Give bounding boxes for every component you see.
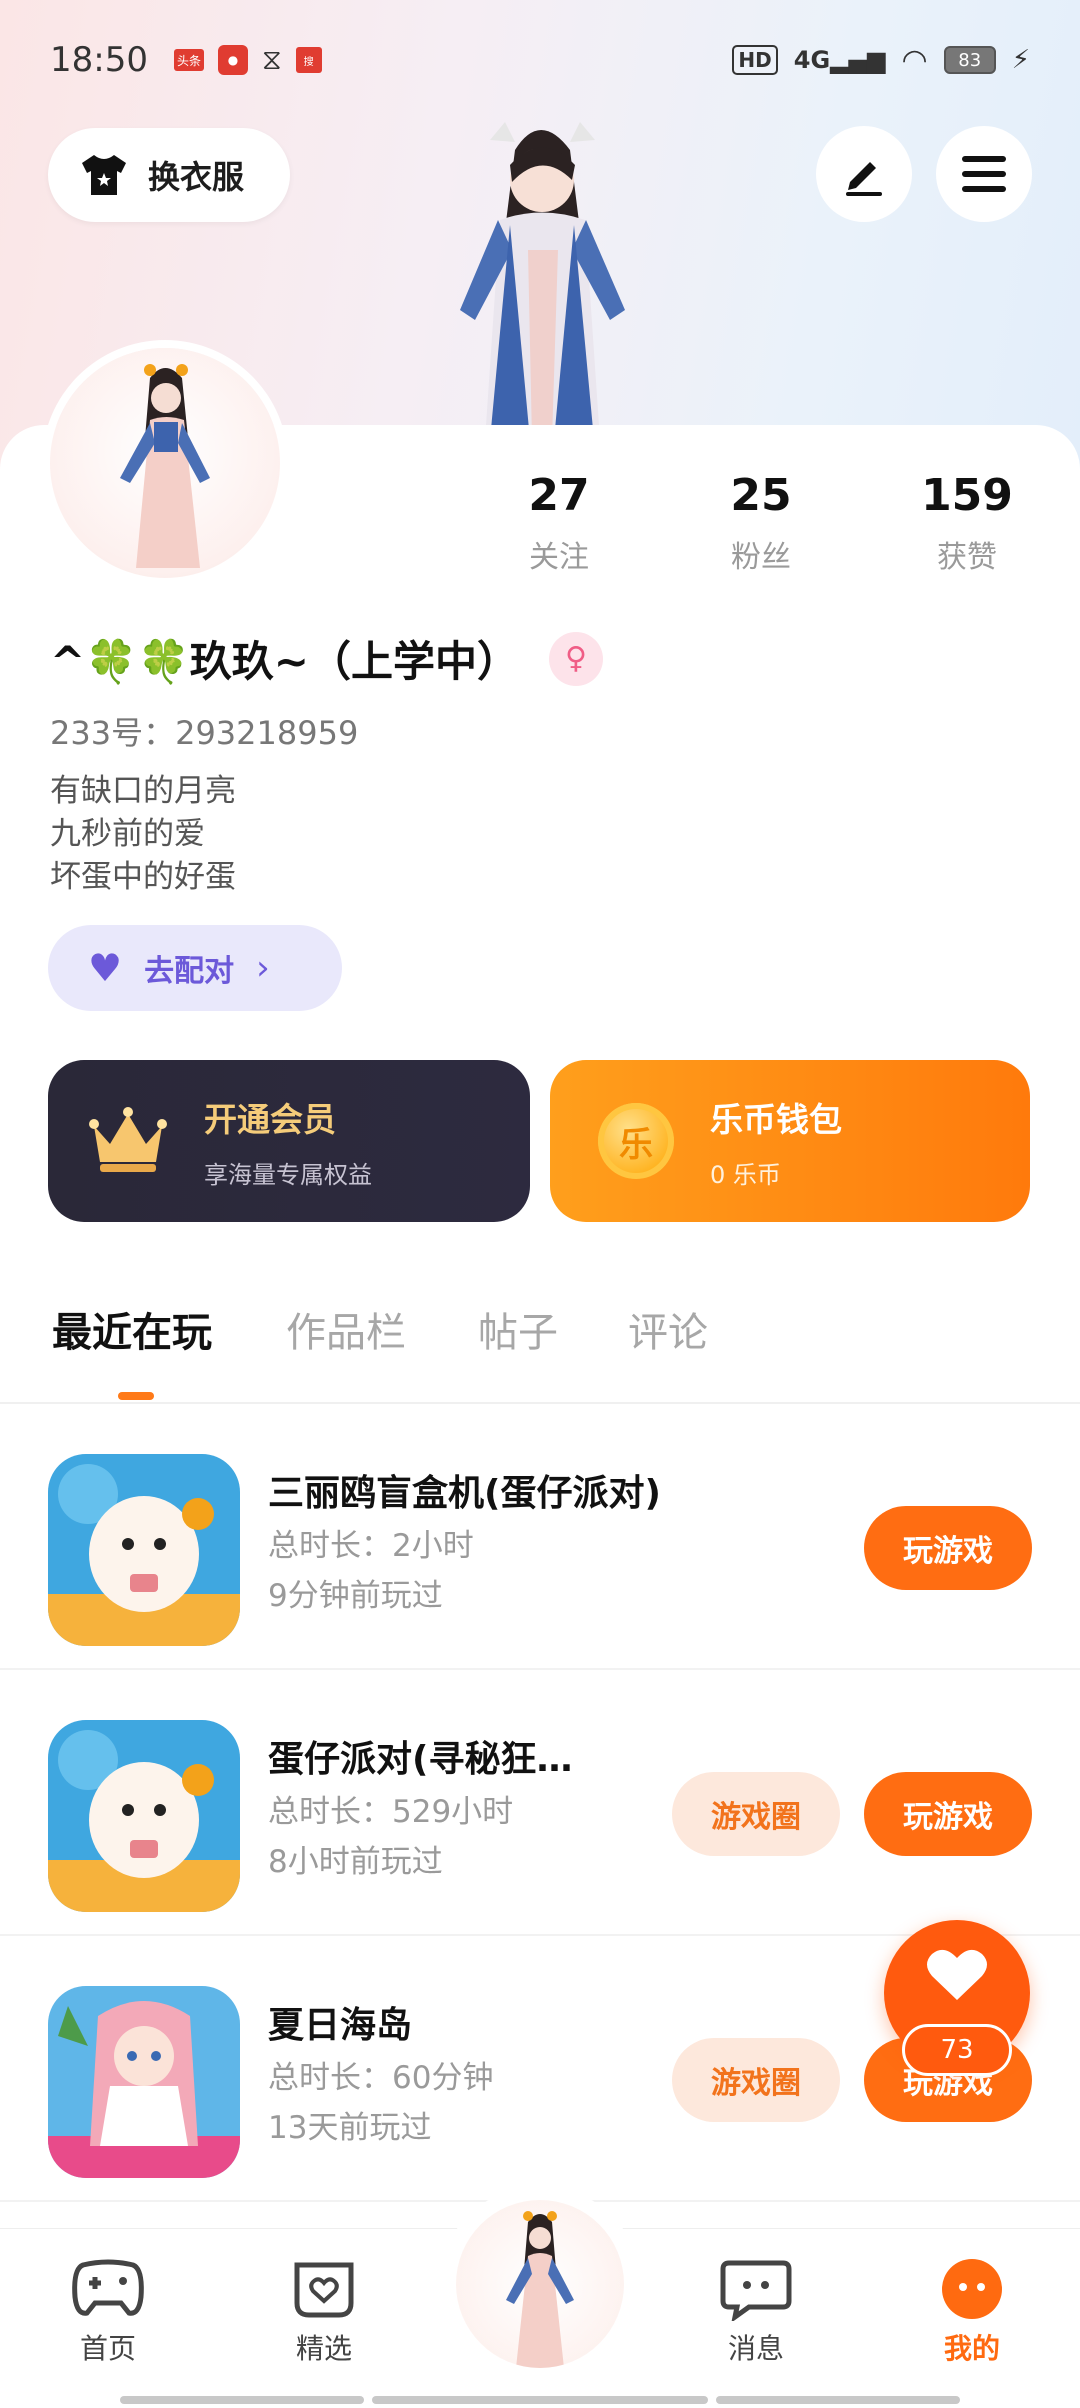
wifi-icon: ◠ — [901, 42, 928, 78]
app-notification-icon: ● — [217, 45, 248, 75]
nav-center-avatar[interactable] — [456, 2200, 624, 2368]
hd-icon: HD — [732, 45, 778, 75]
stat-followers-count: 25 — [730, 470, 792, 521]
search-app-icon: 搜 — [295, 47, 322, 73]
stat-following-label: 关注 — [529, 540, 589, 575]
crown-icon — [89, 1107, 167, 1172]
eggy-character-icon — [48, 1454, 240, 1646]
nav-home[interactable]: 首页 — [38, 2257, 178, 2367]
nav-messages-label: 消息 — [727, 2332, 784, 2365]
wallet-card[interactable]: 乐 乐币钱包 0 乐币 — [550, 1060, 1030, 1222]
game-icon-eggy-party[interactable] — [48, 1454, 240, 1646]
gamepad-icon — [72, 2259, 144, 2316]
signal-icon: 4G▂▄▆ — [793, 46, 886, 74]
game-duration: 总时长：529小时 — [268, 1794, 514, 1830]
nav-featured-label: 精选 — [295, 2332, 352, 2365]
vip-subtitle: 享海量专属权益 — [204, 1160, 372, 1189]
name-row: ^🍀🍀玖玖~（上学中） ♀ — [50, 628, 603, 689]
match-button[interactable]: ♥ 去配对 › — [48, 925, 342, 1011]
active-tab-indicator — [118, 1392, 154, 1400]
eggy-character-icon — [48, 1720, 240, 1912]
game-title: 蛋仔派对(寻秘狂… — [268, 1739, 573, 1780]
game-row[interactable]: 蛋仔派对(寻秘狂… 总时长：529小时 8小时前玩过 游戏圈 玩游戏 — [0, 1670, 1080, 1936]
wallet-title: 乐币钱包 — [710, 1099, 842, 1139]
change-outfit-label: 换衣服 — [148, 158, 245, 196]
play-game-button[interactable]: 玩游戏 — [864, 1506, 1032, 1590]
profile-tabs: 最近在玩 作品栏 帖子 评论 — [0, 1300, 1080, 1404]
play-game-button[interactable]: 玩游戏 — [864, 1772, 1032, 1856]
game-last-played: 8小时前玩过 — [268, 1844, 443, 1880]
stat-following-count: 27 — [528, 470, 590, 521]
hourglass-icon: ⧖ — [261, 43, 282, 76]
game-last-played: 9分钟前玩过 — [268, 1578, 443, 1614]
stat-followers-label: 粉丝 — [731, 540, 791, 575]
bio-line: 坏蛋中的好蛋 — [50, 859, 236, 895]
nav-messages[interactable]: 消息 — [686, 2257, 826, 2367]
game-circle-button[interactable]: 游戏圈 — [672, 2038, 840, 2122]
chevron-right-icon: › — [256, 948, 270, 988]
change-outfit-button[interactable]: 换衣服 — [48, 128, 290, 222]
profile-uid[interactable]: 233号：293218959 — [50, 708, 358, 754]
game-icon-eggy-party-2[interactable] — [48, 1720, 240, 1912]
chat-icon — [720, 2260, 792, 2321]
match-label: 去配对 — [144, 954, 235, 989]
game-icon-summer-island[interactable] — [48, 1986, 240, 2178]
nav-home-label: 首页 — [79, 2332, 136, 2365]
home-indicator — [716, 2396, 960, 2404]
vip-membership-card[interactable]: 开通会员 享海量专属权益 — [48, 1060, 530, 1222]
avatar-figure — [506, 2211, 574, 2368]
floating-like-button[interactable]: 73 — [884, 1920, 1030, 2076]
heart-box-icon — [294, 2262, 354, 2318]
nav-me-label: 我的 — [943, 2332, 1000, 2365]
nav-featured[interactable]: 精选 — [254, 2257, 394, 2367]
stat-following[interactable]: 27 关注 — [484, 470, 634, 576]
status-right: HD 4G▂▄▆ ◠ 83 ⚡ — [732, 43, 1030, 78]
tab-comments[interactable]: 评论 — [628, 1300, 708, 1358]
game-title: 三丽鸥盲盒机(蛋仔派对) — [268, 1473, 661, 1514]
bio-line: 九秒前的爱 — [50, 816, 205, 852]
coin-icon: 乐 — [598, 1103, 674, 1179]
face-icon — [942, 2259, 1002, 2319]
heart-icon: ♥ — [88, 946, 123, 990]
game-duration: 总时长：60分钟 — [268, 2060, 494, 2096]
profile-avatar[interactable] — [50, 348, 280, 578]
charging-icon: ⚡ — [1011, 45, 1030, 75]
game-title: 夏日海岛 — [268, 2005, 413, 2046]
wallet-balance: 0 乐币 — [710, 1160, 781, 1189]
vip-title: 开通会员 — [204, 1099, 336, 1139]
like-count: 73 — [902, 2024, 1012, 2076]
tab-works[interactable]: 作品栏 — [286, 1300, 406, 1358]
stat-likes-label: 获赞 — [937, 540, 997, 575]
stat-likes[interactable]: 159 获赞 — [892, 470, 1042, 576]
bio-line: 有缺口的月亮 — [50, 773, 236, 809]
game-circle-button[interactable]: 游戏圈 — [672, 1772, 840, 1856]
hamburger-menu-icon — [962, 156, 1006, 192]
game-duration: 总时长：2小时 — [268, 1528, 474, 1564]
avatar-figure — [120, 364, 210, 568]
tab-recently-played[interactable]: 最近在玩 — [52, 1300, 212, 1358]
toutiao-notification-icon: 头条 — [173, 49, 204, 71]
battery-icon: 83 — [943, 46, 996, 74]
home-indicator — [372, 2396, 708, 2404]
stat-likes-count: 159 — [921, 470, 1013, 521]
menu-button[interactable] — [936, 126, 1032, 222]
status-time: 18:50 — [50, 40, 148, 80]
stat-followers[interactable]: 25 粉丝 — [686, 470, 836, 576]
nav-me[interactable]: 我的 — [902, 2257, 1042, 2367]
profile-bio: 有缺口的月亮 九秒前的爱 坏蛋中的好蛋 — [50, 770, 236, 899]
home-indicator — [120, 2396, 364, 2404]
heart-icon — [927, 1949, 987, 2000]
status-bar: 18:50 头条 ● ⧖ 搜 HD 4G▂▄▆ ◠ 83 ⚡ — [0, 0, 1080, 120]
tab-posts[interactable]: 帖子 — [478, 1300, 558, 1358]
profile-name: ^🍀🍀玖玖~（上学中） — [50, 637, 519, 686]
anime-girl-icon — [48, 1986, 240, 2178]
female-icon: ♀ — [548, 631, 603, 686]
game-last-played: 13天前玩过 — [268, 2110, 432, 2146]
tshirt-icon — [82, 155, 126, 195]
game-row[interactable]: 三丽鸥盲盒机(蛋仔派对) 总时长：2小时 9分钟前玩过 玩游戏 — [0, 1404, 1080, 1670]
pen-icon — [846, 162, 882, 196]
edit-profile-button[interactable] — [816, 126, 912, 222]
character-avatar-3d — [460, 122, 625, 440]
